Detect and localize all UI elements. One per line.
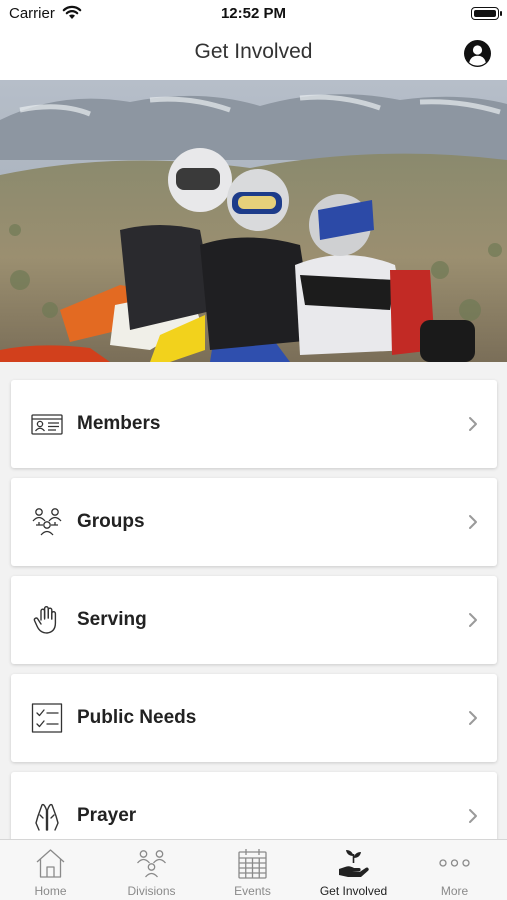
people-group-icon <box>137 850 166 878</box>
tab-home[interactable]: Home <box>0 840 101 900</box>
calendar-icon <box>238 849 267 879</box>
chevron-right-icon <box>469 417 477 431</box>
tab-label: Events <box>234 884 271 898</box>
status-time: 12:52 PM <box>220 5 287 22</box>
tab-label: Home <box>34 884 67 898</box>
page-title: Get Involved <box>194 40 313 63</box>
get-involved-menu: Members Groups Serving Public Needs Pray… <box>0 362 507 839</box>
menu-item-serving[interactable]: Serving <box>11 576 497 664</box>
menu-item-label: Prayer <box>77 805 137 826</box>
tab-more[interactable]: More <box>404 840 505 900</box>
menu-item-label: Groups <box>77 511 145 532</box>
home-icon <box>36 849 65 878</box>
nav-bar: Get Involved <box>0 28 507 80</box>
menu-item-public-needs[interactable]: Public Needs <box>11 674 497 762</box>
hand-plant-icon <box>339 850 369 877</box>
tab-get-involved[interactable]: Get Involved <box>303 840 404 900</box>
tab-label: More <box>440 884 469 898</box>
chevron-right-icon <box>469 809 477 823</box>
chevron-right-icon <box>469 711 477 725</box>
tab-events[interactable]: Events <box>202 840 303 900</box>
menu-item-label: Public Needs <box>77 707 197 728</box>
battery-icon <box>471 7 502 20</box>
more-dots-icon <box>439 859 470 867</box>
hero-illustration <box>0 80 507 362</box>
profile-icon[interactable] <box>463 39 492 68</box>
menu-item-prayer[interactable]: Prayer <box>11 772 497 839</box>
checklist-icon <box>31 703 63 733</box>
people-group-icon <box>32 508 62 536</box>
raised-hand-icon <box>33 606 57 634</box>
menu-item-members[interactable]: Members <box>11 380 497 468</box>
menu-item-label: Members <box>77 413 161 434</box>
status-bar: Carrier 12:52 PM <box>0 0 507 28</box>
tab-bar: Home Divisions Events Get Involved More <box>0 839 507 900</box>
menu-item-groups[interactable]: Groups <box>11 478 497 566</box>
hero-image <box>0 80 507 362</box>
tab-divisions[interactable]: Divisions <box>101 840 202 900</box>
tab-label: Divisions <box>127 884 176 898</box>
praying-hands-icon <box>35 803 59 831</box>
chevron-right-icon <box>469 515 477 529</box>
menu-item-label: Serving <box>77 609 147 630</box>
chevron-right-icon <box>469 613 477 627</box>
tab-label: Get Involved <box>319 884 388 898</box>
id-card-icon <box>31 414 63 435</box>
